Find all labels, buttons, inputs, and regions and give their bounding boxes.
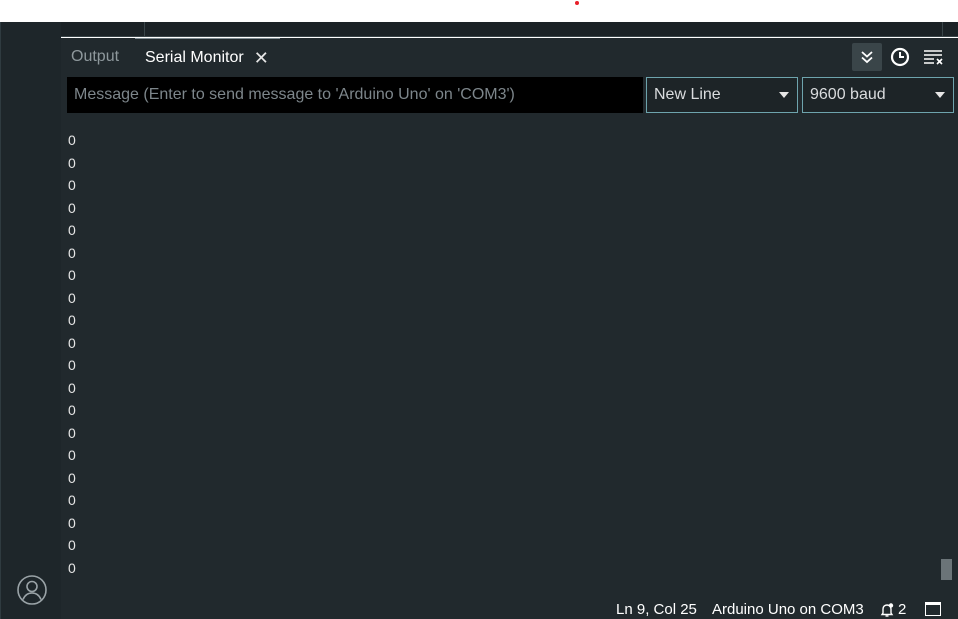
caret-down-icon <box>779 92 789 98</box>
unsaved-indicator-dot <box>575 1 579 5</box>
clock-icon[interactable] <box>890 47 910 67</box>
output-line: 0 <box>68 177 76 193</box>
double-chevron-down-icon <box>861 51 873 64</box>
tab-serial-monitor-label: Serial Monitor <box>145 48 244 66</box>
status-bar: Ln 9, Col 25 Arduino Uno on COM3 2 <box>61 597 958 619</box>
output-line: 0 <box>68 289 76 306</box>
tab-output-label: Output <box>71 48 120 65</box>
output-line: 0 <box>68 559 76 576</box>
output-line: 0 <box>68 357 76 373</box>
bottom-panel: Output Serial Monitor ✕ New Line 9600 ba… <box>61 38 958 597</box>
scrollbar-thumb[interactable] <box>941 559 952 580</box>
output-line: 0 <box>68 424 76 441</box>
output-line: 0 <box>68 379 76 396</box>
notifications-button[interactable]: 2 <box>879 601 906 618</box>
output-line: 0 <box>68 312 76 328</box>
toggle-autoscroll-button[interactable] <box>852 43 882 71</box>
output-line: 0 <box>68 537 76 553</box>
output-line: 0 <box>68 447 76 463</box>
board-port-status[interactable]: Arduino Uno on COM3 <box>712 601 864 618</box>
panel-layout-icon[interactable] <box>925 602 941 616</box>
output-line: 0 <box>68 334 76 351</box>
tab-serial-monitor[interactable]: Serial Monitor ✕ <box>135 38 280 76</box>
message-input[interactable] <box>67 77 643 113</box>
output-line: 0 <box>68 492 76 508</box>
clear-output-icon[interactable] <box>923 47 945 67</box>
editor-divider <box>942 22 943 37</box>
output-line: 0 <box>68 514 76 531</box>
output-line: 0 <box>68 267 76 283</box>
output-line: 0 <box>68 469 76 486</box>
editor-divider <box>144 22 145 37</box>
line-ending-select[interactable]: New Line <box>646 77 798 113</box>
cursor-position[interactable]: Ln 9, Col 25 <box>616 601 697 618</box>
bell-icon <box>880 602 894 617</box>
baud-rate-select[interactable]: 9600 baud <box>802 77 954 113</box>
close-icon[interactable]: ✕ <box>254 49 269 67</box>
output-line: 0 <box>68 244 76 261</box>
output-line: 0 <box>68 222 76 238</box>
serial-output: 0 0 0 0 0 0 0 0 0 0 0 0 0 0 0 0 0 0 0 0 <box>68 129 928 579</box>
output-line: 0 <box>68 199 76 216</box>
activity-bar <box>0 22 61 619</box>
account-icon[interactable] <box>16 574 48 606</box>
caret-down-icon <box>935 92 945 98</box>
line-ending-value: New Line <box>654 86 721 103</box>
output-line: 0 <box>68 154 76 171</box>
editor-area <box>61 22 958 37</box>
notification-count: 2 <box>898 601 907 618</box>
output-line: 0 <box>68 402 76 418</box>
title-strip <box>0 0 958 22</box>
baud-rate-value: 9600 baud <box>810 86 886 103</box>
tab-output[interactable]: Output <box>71 38 119 76</box>
output-line: 0 <box>68 132 76 148</box>
